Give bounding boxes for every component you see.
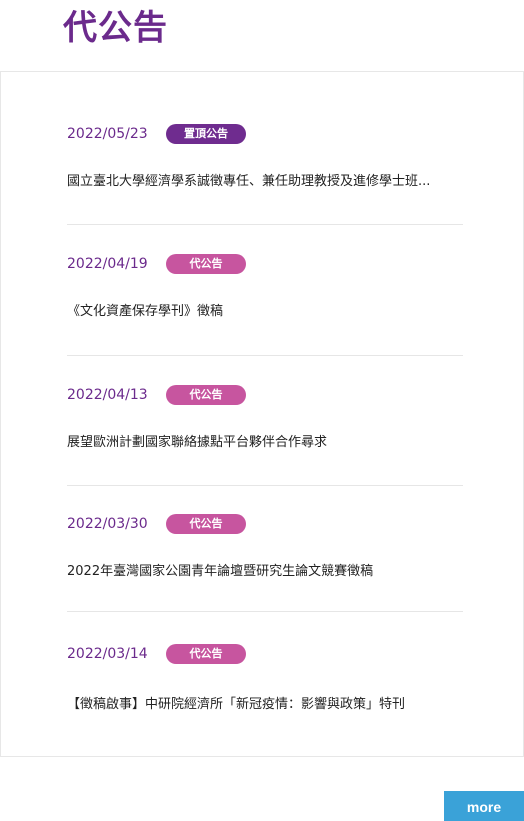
announcement-date: 2022/04/13 xyxy=(67,387,148,403)
list-item[interactable]: 2022/05/23 置頂公告 國立臺北大學經濟學系誠徵專任、兼任助理教授及進修… xyxy=(67,122,463,189)
category-badge: 代公告 xyxy=(166,644,246,664)
announcement-date: 2022/03/14 xyxy=(67,646,148,662)
list-item[interactable]: 2022/04/19 代公告 《文化資產保存學刊》徵稿 xyxy=(67,252,463,319)
list-item[interactable]: 2022/04/13 代公告 展望歐洲計劃國家聯絡據點平台夥伴合作尋求 xyxy=(67,383,463,450)
announcement-list: 2022/05/23 置頂公告 國立臺北大學經濟學系誠徵專任、兼任助理教授及進修… xyxy=(0,71,524,757)
divider xyxy=(67,611,463,612)
announcement-title-link[interactable]: 展望歐洲計劃國家聯絡據點平台夥伴合作尋求 xyxy=(67,433,463,453)
more-button[interactable]: more xyxy=(444,791,524,821)
page-title: 代公告 xyxy=(63,8,168,48)
announcement-title-link[interactable]: 《文化資產保存學刊》徵稿 xyxy=(67,302,463,322)
list-item[interactable]: 2022/03/14 代公告 【徵稿啟事】中研院經濟所「新冠疫情：影響與政策」特… xyxy=(67,642,463,712)
divider xyxy=(67,224,463,225)
divider xyxy=(67,355,463,356)
announcement-date: 2022/04/19 xyxy=(67,256,148,272)
announcement-date: 2022/05/23 xyxy=(67,126,148,142)
pinned-badge: 置頂公告 xyxy=(166,124,246,144)
divider xyxy=(67,485,463,486)
announcement-title-link[interactable]: 【徵稿啟事】中研院經濟所「新冠疫情：影響與政策」特刊 xyxy=(67,695,463,715)
category-badge: 代公告 xyxy=(166,514,246,534)
category-badge: 代公告 xyxy=(166,385,246,405)
list-item[interactable]: 2022/03/30 代公告 2022年臺灣國家公園青年論壇暨研究生論文競賽徵稿 xyxy=(67,512,463,579)
announcement-date: 2022/03/30 xyxy=(67,516,148,532)
announcement-title-link[interactable]: 2022年臺灣國家公園青年論壇暨研究生論文競賽徵稿 xyxy=(67,562,463,582)
category-badge: 代公告 xyxy=(166,254,246,274)
announcement-title-link[interactable]: 國立臺北大學經濟學系誠徵專任、兼任助理教授及進修學士班... xyxy=(67,172,463,192)
announcements-page: 代公告 2022/05/23 置頂公告 國立臺北大學經濟學系誠徵專任、兼任助理教… xyxy=(0,0,524,821)
